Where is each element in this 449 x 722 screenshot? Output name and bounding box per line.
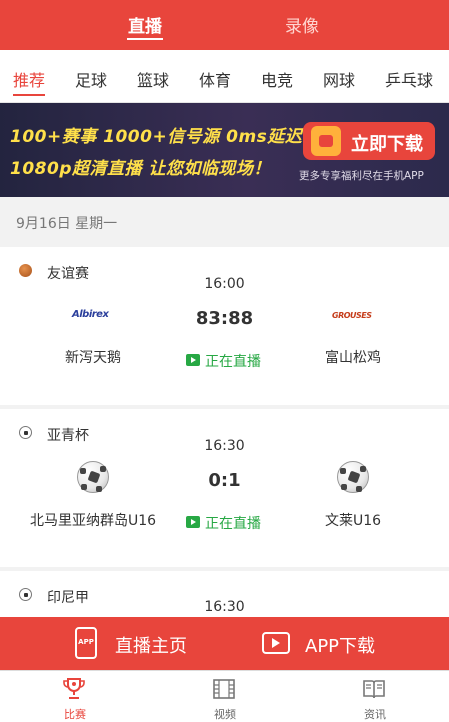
- top-tabs-bar: 直播 录像: [0, 0, 449, 50]
- live-status: 正在直播: [186, 513, 261, 533]
- match-time: 16:00: [204, 276, 245, 292]
- category-tab-sports[interactable]: 体育: [199, 67, 231, 91]
- category-tab-basketball[interactable]: 篮球: [137, 67, 169, 91]
- away-team-logo: [337, 461, 369, 493]
- banner-subtitle: 更多专享福利尽在手机APP: [299, 170, 424, 182]
- bottom-nav: 比赛 视频 资讯: [0, 670, 449, 722]
- category-tab-table-tennis[interactable]: 乒乓球: [385, 67, 433, 91]
- film-icon: [213, 679, 235, 699]
- book-icon: [363, 680, 385, 699]
- download-now-label: 立即下载: [351, 134, 423, 155]
- date-label: 9月16日 星期一: [16, 216, 118, 232]
- app-phone-icon: APP: [75, 627, 97, 659]
- live-home-button[interactable]: 直播主页: [115, 632, 187, 658]
- trophy-icon: [63, 678, 85, 699]
- banner-line-2: 1080p超清直播 让您如临现场！: [10, 159, 271, 179]
- match-card[interactable]: 友谊赛 16:00 Albirex 83:88 GROUSES 新泻天鹅 正在直…: [0, 247, 449, 405]
- video-play-icon: [262, 632, 290, 654]
- category-tab-recommend[interactable]: 推荐: [13, 67, 45, 91]
- live-status: 正在直播: [186, 351, 261, 371]
- category-tab-tennis[interactable]: 网球: [323, 67, 355, 91]
- category-active-underline: [13, 94, 45, 96]
- live-tv-icon: [186, 354, 200, 366]
- live-tv-icon: [186, 516, 200, 528]
- match-time: 16:30: [204, 438, 245, 454]
- app-action-bar: APP 直播主页 APP下载: [0, 617, 449, 670]
- match-time: 16:30: [204, 599, 245, 615]
- tab-live-underline: [127, 38, 163, 40]
- promo-banner[interactable]: 100+赛事 1000+信号源 0ms延迟 1080p超清直播 让您如临现场！ …: [0, 103, 449, 197]
- away-team-name: 文莱U16: [324, 513, 382, 529]
- match-score: 83:88: [195, 308, 254, 329]
- banner-line-1: 100+赛事 1000+信号源 0ms延迟: [10, 127, 303, 147]
- tab-live[interactable]: 直播: [128, 12, 162, 37]
- home-team-name: 新泻天鹅: [65, 350, 121, 366]
- nav-label-matches: 比赛: [64, 708, 86, 721]
- nav-item-video[interactable]: 视频: [150, 671, 300, 722]
- away-team-logo: GROUSES: [332, 311, 372, 320]
- match-score: 0:1: [208, 470, 241, 491]
- nav-item-news[interactable]: 资讯: [300, 671, 449, 722]
- nav-label-news: 资讯: [364, 708, 386, 721]
- download-now-button[interactable]: 立即下载: [303, 122, 435, 160]
- category-tab-esports[interactable]: 电竞: [261, 67, 293, 91]
- gift-icon: [311, 126, 341, 156]
- nav-label-video: 视频: [214, 708, 236, 721]
- match-card[interactable]: 亚青杯 16:30 0:1 北马里亚纳群岛U16 正在直播 文莱U16: [0, 409, 449, 567]
- home-team-name: 北马里亚纳群岛U16: [29, 513, 157, 529]
- category-tabs: 推荐 足球 篮球 体育 电竞 网球 乒乓球: [0, 50, 449, 103]
- app-download-button[interactable]: APP下载: [305, 632, 375, 658]
- tab-replay[interactable]: 录像: [285, 12, 319, 37]
- away-team-name: 富山松鸡: [325, 350, 381, 366]
- category-tab-football[interactable]: 足球: [75, 67, 107, 91]
- date-header: 9月16日 星期一: [0, 197, 449, 247]
- nav-item-matches[interactable]: 比赛: [0, 671, 150, 722]
